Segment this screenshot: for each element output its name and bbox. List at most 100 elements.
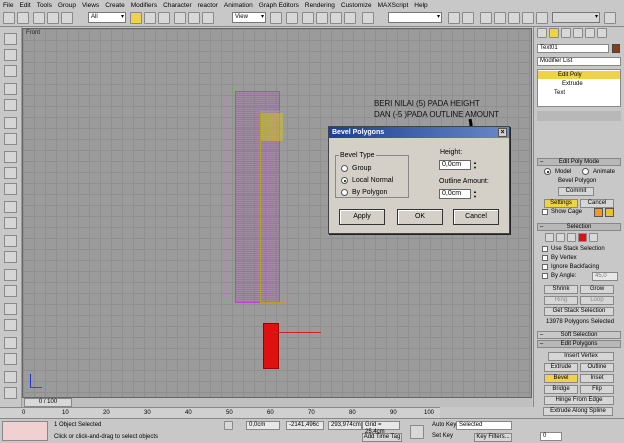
select-object-icon[interactable] xyxy=(130,12,142,24)
menu-maxscript[interactable]: MAXScript xyxy=(375,2,412,9)
percent-snap-icon[interactable] xyxy=(330,12,342,24)
redo-icon[interactable] xyxy=(17,12,29,24)
display-tab-icon[interactable] xyxy=(585,28,595,38)
edit-polygons-rollout[interactable]: Edit Polygons xyxy=(537,340,621,348)
mirror-icon[interactable] xyxy=(448,12,460,24)
tool-strip-icon[interactable] xyxy=(4,319,17,331)
close-icon[interactable]: × xyxy=(498,128,507,137)
tool-strip-icon[interactable] xyxy=(4,133,17,145)
utilities-tab-icon[interactable] xyxy=(597,28,607,38)
element-subobject-icon[interactable] xyxy=(589,233,598,242)
red-object[interactable] xyxy=(263,323,279,369)
tool-strip-icon[interactable] xyxy=(4,49,17,61)
cage-color-swatch[interactable] xyxy=(594,208,603,217)
track-bar[interactable]: 0 10 20 30 40 50 60 70 80 90 100 xyxy=(0,407,440,418)
select-manipulate-icon[interactable] xyxy=(286,12,298,24)
material-editor-icon[interactable] xyxy=(522,12,534,24)
vertex-subobject-icon[interactable] xyxy=(545,233,554,242)
quick-render-icon[interactable] xyxy=(604,12,616,24)
select-rotate-icon[interactable] xyxy=(188,12,200,24)
menu-character[interactable]: Character xyxy=(160,2,195,9)
flip-button[interactable]: Flip xyxy=(580,385,614,394)
ring-button[interactable]: Ring xyxy=(544,296,578,305)
z-coordinate-field[interactable]: 293,974cm xyxy=(328,421,362,430)
lock-selection-icon[interactable] xyxy=(224,421,233,430)
commit-button[interactable]: Commit xyxy=(558,187,594,196)
undo-icon[interactable] xyxy=(3,12,15,24)
tool-strip-icon[interactable] xyxy=(4,235,17,247)
render-type-dropdown[interactable] xyxy=(552,12,600,23)
tool-strip-icon[interactable] xyxy=(4,65,17,77)
outline-amount-spinner[interactable]: 0,0cm xyxy=(439,189,471,199)
tool-strip-icon[interactable] xyxy=(4,99,17,111)
set-key-icon[interactable] xyxy=(410,425,424,439)
tool-strip-icon[interactable] xyxy=(4,285,17,297)
tool-strip-icon[interactable] xyxy=(4,337,17,349)
named-selection-set-dropdown[interactable] xyxy=(388,12,442,23)
height-spinner-arrows-icon[interactable]: ▲ ▼ xyxy=(472,160,478,170)
spinner-snap-icon[interactable] xyxy=(344,12,356,24)
menu-graph-editors[interactable]: Graph Editors xyxy=(256,2,302,9)
time-slider-thumb[interactable]: 0 / 100 xyxy=(24,398,72,407)
menu-group[interactable]: Group xyxy=(55,2,79,9)
menu-modifiers[interactable]: Modifiers xyxy=(128,2,160,9)
tool-strip-icon[interactable] xyxy=(4,269,17,281)
edit-poly-mode-rollout[interactable]: Edit Poly Mode xyxy=(537,158,621,166)
menu-edit[interactable]: Edit xyxy=(16,2,33,9)
insert-vertex-button[interactable]: Insert Vertex xyxy=(548,352,614,361)
tool-strip-icon[interactable] xyxy=(4,201,17,213)
modify-tab-icon[interactable] xyxy=(549,28,559,38)
extrude-button[interactable]: Extrude xyxy=(544,363,578,372)
object-name-field[interactable]: Text01 xyxy=(537,44,609,53)
maxscript-listener-mini[interactable] xyxy=(2,421,48,441)
menu-views[interactable]: Views xyxy=(79,2,102,9)
y-coordinate-field[interactable]: -2141,496c xyxy=(286,421,324,430)
hinge-from-edge-button[interactable]: Hinge From Edge xyxy=(544,396,614,405)
tool-strip-icon[interactable] xyxy=(4,303,17,315)
by-angle-field[interactable]: 45,0 xyxy=(592,272,618,281)
cage-selected-color-swatch[interactable] xyxy=(605,208,614,217)
key-mode-dropdown[interactable]: Selected xyxy=(456,421,512,430)
auto-key-button[interactable]: Auto Key xyxy=(432,422,456,428)
rectangular-selection-icon[interactable] xyxy=(158,12,170,24)
get-stack-selection-button[interactable]: Get Stack Selection xyxy=(544,307,614,316)
select-scale-icon[interactable] xyxy=(202,12,214,24)
modifier-list-dropdown[interactable]: Modifier List xyxy=(537,57,621,66)
tool-strip-icon[interactable] xyxy=(4,353,17,365)
apply-button[interactable]: Apply xyxy=(339,209,385,225)
stack-item-text[interactable]: Text xyxy=(538,89,620,97)
grow-button[interactable]: Grow xyxy=(580,285,614,294)
motion-tab-icon[interactable] xyxy=(573,28,583,38)
radio-local-normal[interactable]: Local Normal xyxy=(341,177,393,184)
current-frame-field[interactable]: 0 xyxy=(540,432,562,441)
by-vertex-checkbox[interactable]: By Vertex xyxy=(542,255,577,261)
select-link-icon[interactable] xyxy=(33,12,45,24)
radio-by-polygon[interactable]: By Polygon xyxy=(341,189,387,196)
edit-named-selection-icon[interactable] xyxy=(362,12,374,24)
menu-create[interactable]: Create xyxy=(102,2,128,9)
tool-strip-icon[interactable] xyxy=(4,167,17,179)
menu-file[interactable]: File xyxy=(0,2,16,9)
viewport-label[interactable]: Front xyxy=(26,30,40,36)
extrude-along-spline-button[interactable]: Extrude Along Spline xyxy=(543,407,613,416)
height-spinner[interactable]: 0,0cm xyxy=(439,160,471,170)
create-tab-icon[interactable] xyxy=(537,28,547,38)
settings-button[interactable]: Settings xyxy=(544,199,578,208)
menu-customize[interactable]: Customize xyxy=(338,2,375,9)
bevel-button[interactable]: Bevel xyxy=(544,374,578,383)
pivot-center-icon[interactable] xyxy=(270,12,282,24)
stack-item-extrude[interactable]: Extrude xyxy=(538,80,620,88)
border-subobject-icon[interactable] xyxy=(567,233,576,242)
ignore-backfacing-checkbox[interactable]: Ignore Backfacing xyxy=(542,264,599,270)
render-scene-icon[interactable] xyxy=(536,12,548,24)
tool-strip-icon[interactable] xyxy=(4,183,17,195)
time-slider[interactable]: 0 / 100 xyxy=(22,398,532,407)
tool-strip-icon[interactable] xyxy=(4,251,17,263)
bind-space-warp-icon[interactable] xyxy=(61,12,73,24)
radio-model[interactable]: Model xyxy=(544,168,571,175)
bridge-button[interactable]: Bridge xyxy=(544,385,578,394)
selection-filter-dropdown[interactable]: All xyxy=(88,12,126,23)
use-stack-selection-checkbox[interactable]: Use Stack Selection xyxy=(542,246,605,252)
menu-animation[interactable]: Animation xyxy=(221,2,256,9)
select-move-icon[interactable] xyxy=(174,12,186,24)
